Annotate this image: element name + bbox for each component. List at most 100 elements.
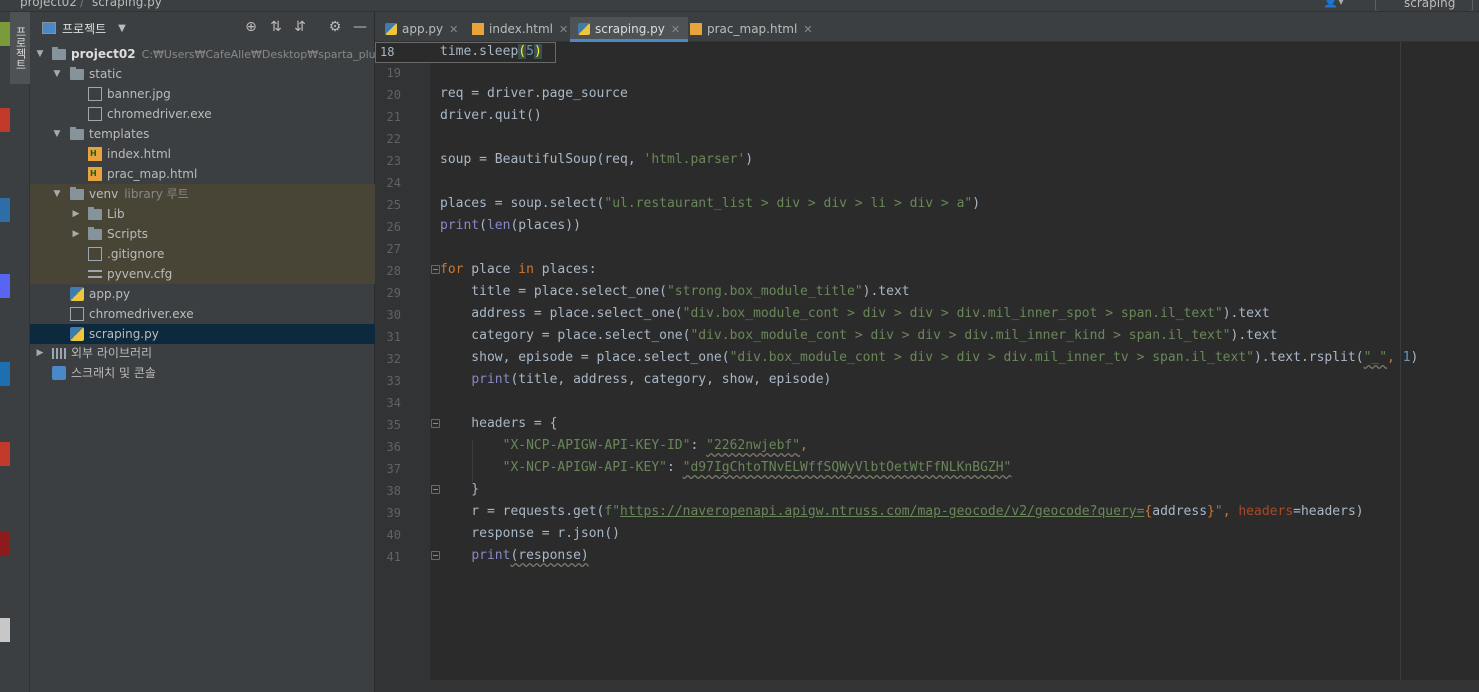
line-number: 28 xyxy=(386,264,401,278)
code-line: category = place.select_one("div.box_mod… xyxy=(440,328,1278,343)
chevron-right-icon[interactable]: ▶ xyxy=(70,224,82,244)
code-line: time.sleep(5) xyxy=(440,44,542,59)
code-line: response = r.json() xyxy=(440,526,621,541)
tree-item-label: scraping.py xyxy=(89,327,159,341)
tree-item-app-py[interactable]: app.py xyxy=(30,284,375,304)
tree-item-scraping-py[interactable]: scraping.py xyxy=(30,324,375,344)
code-line: print(title, address, category, show, ep… xyxy=(471,372,832,387)
project-tool-window-button[interactable]: 프로젝트 xyxy=(10,12,30,84)
line-number: 30 xyxy=(386,308,401,322)
tree-item-venv[interactable]: ▼ venv library 루트 xyxy=(30,184,375,204)
locate-file-icon[interactable]: ⊕ xyxy=(243,19,259,35)
tab-prac-map-html[interactable]: prac_map.html ✕ xyxy=(690,17,813,42)
desktop-edge-icon xyxy=(0,108,10,132)
project-panel-title[interactable]: 프로젝트 xyxy=(62,20,106,37)
tab-label: app.py xyxy=(402,22,444,36)
tree-item-scripts[interactable]: ▶ Scripts xyxy=(30,224,375,244)
gear-icon[interactable]: ⚙ xyxy=(327,19,343,35)
code-line: req = driver.page_source xyxy=(440,86,628,101)
config-file-icon xyxy=(88,270,102,278)
fold-marker-icon[interactable] xyxy=(431,419,440,428)
chevron-down-icon[interactable]: ▼ xyxy=(34,44,46,64)
text-file-icon xyxy=(88,247,102,261)
tree-item-scratches[interactable]: 스크래치 및 콘솔 xyxy=(30,363,375,383)
run-config-dropdown[interactable]: scraping xyxy=(1375,0,1473,11)
minimize-icon[interactable]: — xyxy=(352,19,368,35)
line-number: 36 xyxy=(386,440,401,454)
breadcrumb-file[interactable]: scraping.py xyxy=(92,0,162,9)
tree-item-lib[interactable]: ▶ Lib xyxy=(30,204,375,224)
tree-item-project02[interactable]: ▼ project02 C:₩Users₩CafeAlle₩Desktop₩spa… xyxy=(30,44,404,64)
project-view-icon xyxy=(42,22,56,34)
python-file-icon xyxy=(70,327,84,341)
line-number: 40 xyxy=(386,528,401,542)
desktop-edge-icon xyxy=(0,198,10,222)
close-icon[interactable]: ✕ xyxy=(449,23,458,36)
tree-item-static[interactable]: ▼ static xyxy=(30,64,375,84)
collapse-all-icon[interactable]: ⇵ xyxy=(292,19,308,35)
python-file-icon xyxy=(70,287,84,301)
tree-item-templates[interactable]: ▼ templates xyxy=(30,124,375,144)
tree-item-label: venv xyxy=(89,187,119,201)
tree-item-label: Lib xyxy=(107,207,125,221)
fold-marker-icon[interactable] xyxy=(431,485,440,494)
run-config-label: scraping xyxy=(1404,0,1456,10)
code-line: r = requests.get(f"https://naveropenapi.… xyxy=(440,504,1364,519)
tree-item-index-html[interactable]: index.html xyxy=(30,144,375,164)
folder-icon xyxy=(70,187,84,200)
library-icon xyxy=(52,348,66,359)
chevron-down-icon[interactable]: ▼ xyxy=(118,23,126,34)
line-number: 26 xyxy=(386,220,401,234)
tab-index-html[interactable]: index.html ✕ xyxy=(472,17,568,42)
tree-item-chromedriver[interactable]: chromedriver.exe xyxy=(30,304,375,324)
chevron-down-icon[interactable]: ▼ xyxy=(51,184,63,204)
sticky-line[interactable]: 18 time.sleep(5) xyxy=(375,42,556,63)
chevron-down-icon[interactable]: ▼ xyxy=(51,124,63,144)
fold-marker-icon[interactable] xyxy=(431,551,440,560)
user-icon[interactable]: 👤▾ xyxy=(1323,0,1349,10)
desktop-edge-icon xyxy=(0,532,10,556)
code-editor[interactable]: 18 time.sleep(5) 19 20 21 22 23 24 25 26… xyxy=(375,42,1479,692)
code-line: driver.quit() xyxy=(440,108,542,123)
line-number: 31 xyxy=(386,330,401,344)
code-line: soup = BeautifulSoup(req, 'html.parser') xyxy=(440,152,754,167)
tree-item-label: Scripts xyxy=(107,227,149,241)
executable-file-icon xyxy=(70,307,84,321)
html-file-icon xyxy=(88,147,102,161)
tree-item-gitignore[interactable]: .gitignore xyxy=(30,244,375,264)
line-number: 29 xyxy=(386,286,401,300)
tool-window-strip: 프로젝트 xyxy=(0,12,30,692)
code-line: "X-NCP-APIGW-API-KEY": "d97IgChtoTNvELWf… xyxy=(502,460,1012,475)
chevron-down-icon[interactable]: ▼ xyxy=(51,64,63,84)
tree-item-pyvenv-cfg[interactable]: pyvenv.cfg xyxy=(30,264,375,284)
tree-item-prac-map-html[interactable]: prac_map.html xyxy=(30,164,375,184)
expand-all-icon[interactable]: ⇅ xyxy=(268,19,284,35)
code-line: print(len(places)) xyxy=(440,218,581,233)
html-file-icon xyxy=(690,23,702,35)
fold-marker-icon[interactable] xyxy=(431,265,440,274)
code-line: address = place.select_one("div.box_modu… xyxy=(440,306,1270,321)
close-icon[interactable]: ✕ xyxy=(671,23,680,36)
scratch-icon xyxy=(52,366,66,380)
horizontal-scrollbar[interactable] xyxy=(375,680,1479,692)
tab-label: prac_map.html xyxy=(707,22,798,36)
close-icon[interactable]: ✕ xyxy=(559,23,568,36)
tab-scraping-py[interactable]: scraping.py ✕ xyxy=(570,17,689,42)
tree-item-label: project02 xyxy=(71,47,136,61)
tab-app-py[interactable]: app.py ✕ xyxy=(385,17,458,42)
tree-item-external-libraries[interactable]: ▶ 외부 라이브러리 xyxy=(30,343,375,363)
line-number: 32 xyxy=(386,352,401,366)
line-number: 25 xyxy=(386,198,401,212)
folder-icon xyxy=(70,67,84,80)
close-icon[interactable]: ✕ xyxy=(803,23,812,36)
code-line: } xyxy=(440,482,480,497)
line-number: 39 xyxy=(386,506,401,520)
chevron-right-icon[interactable]: ▶ xyxy=(34,343,46,363)
breadcrumb-project[interactable]: project02 xyxy=(20,0,77,9)
desktop-edge-icon xyxy=(0,22,10,46)
line-number: 19 xyxy=(386,66,401,80)
chevron-right-icon[interactable]: ▶ xyxy=(70,204,82,224)
tree-item-banner-jpg[interactable]: banner.jpg xyxy=(30,84,375,104)
tree-item-label: templates xyxy=(89,127,150,141)
tree-item-chromedriver-static[interactable]: chromedriver.exe xyxy=(30,104,375,124)
